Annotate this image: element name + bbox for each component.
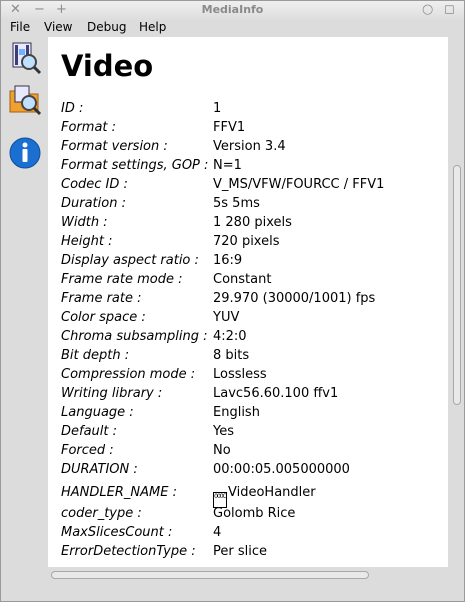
info-row-value: 16:9 <box>213 253 243 268</box>
info-row-value: 29.970 (30000/1001) fps <box>213 291 376 306</box>
sticky-window-button[interactable]: ◻ <box>444 2 455 18</box>
info-row-value: FFV1 <box>213 120 246 135</box>
open-folder-button[interactable] <box>8 82 42 116</box>
vertical-scroll-thumb[interactable] <box>453 165 461 405</box>
horizontal-scrollbar[interactable] <box>48 567 448 582</box>
info-row-value: N=1 <box>213 158 242 173</box>
info-row-label: Frame rate mode : <box>61 272 183 287</box>
info-content-panel: Video ID : 1 Format : FFV1 Format version : V… <box>48 37 448 567</box>
info-row-label: Default : <box>61 424 118 439</box>
side-toolbar <box>1 37 47 571</box>
info-row-label: Bit depth : <box>61 348 130 363</box>
info-row-value: 1 280 pixels <box>213 215 292 230</box>
menu-view[interactable]: View <box>44 20 72 34</box>
info-row-label: Display aspect ratio : <box>61 253 199 268</box>
info-row-value: 8 bits <box>213 348 250 363</box>
info-row-value: 5s 5ms <box>213 196 260 211</box>
menu-debug[interactable]: Debug <box>87 20 126 34</box>
open-folder-icon <box>9 85 42 116</box>
info-row-label: Writing library : <box>61 386 163 401</box>
info-row-label: DURATION : <box>61 462 138 477</box>
info-row-label: Height : <box>61 234 113 249</box>
info-row-value: YUV <box>213 310 240 325</box>
open-file-button[interactable] <box>8 41 42 75</box>
info-row-label: Format settings, GOP : <box>61 158 209 173</box>
info-icon <box>9 137 41 169</box>
info-row-value: Golomb Rice <box>213 506 296 521</box>
section-heading: Video <box>61 49 154 83</box>
info-row-label: Format : <box>61 120 117 135</box>
open-file-icon <box>12 42 42 75</box>
info-row-value-text: VideoHandler <box>228 485 316 500</box>
info-row-value: 1 <box>213 101 222 116</box>
mediainfo-window: ✕ − + MediaInfo ○ ◻ File View Debug Help <box>0 0 465 602</box>
info-row-label: ErrorDetectionType : <box>61 544 196 559</box>
info-row-label: Format version : <box>61 139 168 154</box>
info-row-label: Compression mode : <box>61 367 196 382</box>
info-row-label: Forced : <box>61 443 114 458</box>
info-row-value: English <box>213 405 260 420</box>
menu-bar: File View Debug Help <box>1 19 464 37</box>
info-row-label: coder_type : <box>61 506 142 521</box>
menu-help[interactable]: Help <box>139 20 166 34</box>
info-row-value: Per slice <box>213 544 267 559</box>
info-row-label: HANDLER_NAME : <box>61 485 177 500</box>
info-row-value: Yes <box>213 424 234 439</box>
info-row-label: Codec ID : <box>61 177 128 192</box>
info-row-value: Lavc56.60.100 ffv1 <box>213 386 339 401</box>
info-row-label: ID : <box>61 101 84 116</box>
info-row-label: Width : <box>61 215 108 230</box>
shade-window-button[interactable]: ○ <box>422 2 433 18</box>
info-row-value: Lossless <box>213 367 267 382</box>
about-button[interactable] <box>8 136 42 170</box>
info-row-label: Duration : <box>61 196 126 211</box>
info-row-value: 720 pixels <box>213 234 280 249</box>
info-row-label: Chroma subsampling : <box>61 329 208 344</box>
info-row-label: Color space : <box>61 310 146 325</box>
info-row-value: 00:00:05.005000000 <box>213 462 350 477</box>
info-row-value: No <box>213 443 231 458</box>
info-row-value: 4 <box>213 525 222 540</box>
info-row-label: Frame rate : <box>61 291 142 306</box>
info-row-value: 4:2:0 <box>213 329 247 344</box>
title-bar[interactable]: ✕ − + MediaInfo ○ ◻ <box>1 1 464 19</box>
horizontal-scroll-thumb[interactable] <box>51 571 369 579</box>
info-row-label: MaxSlicesCount : <box>61 525 173 540</box>
info-row-value: V_MS/VFW/FOURCC / FFV1 <box>213 177 385 192</box>
menu-file[interactable]: File <box>10 20 30 34</box>
info-row-label: Language : <box>61 405 134 420</box>
vertical-scrollbar[interactable] <box>449 37 463 567</box>
info-row-value: Version 3.4 <box>213 139 286 154</box>
info-row-value: Constant <box>213 272 272 287</box>
window-title: MediaInfo <box>201 3 264 16</box>
